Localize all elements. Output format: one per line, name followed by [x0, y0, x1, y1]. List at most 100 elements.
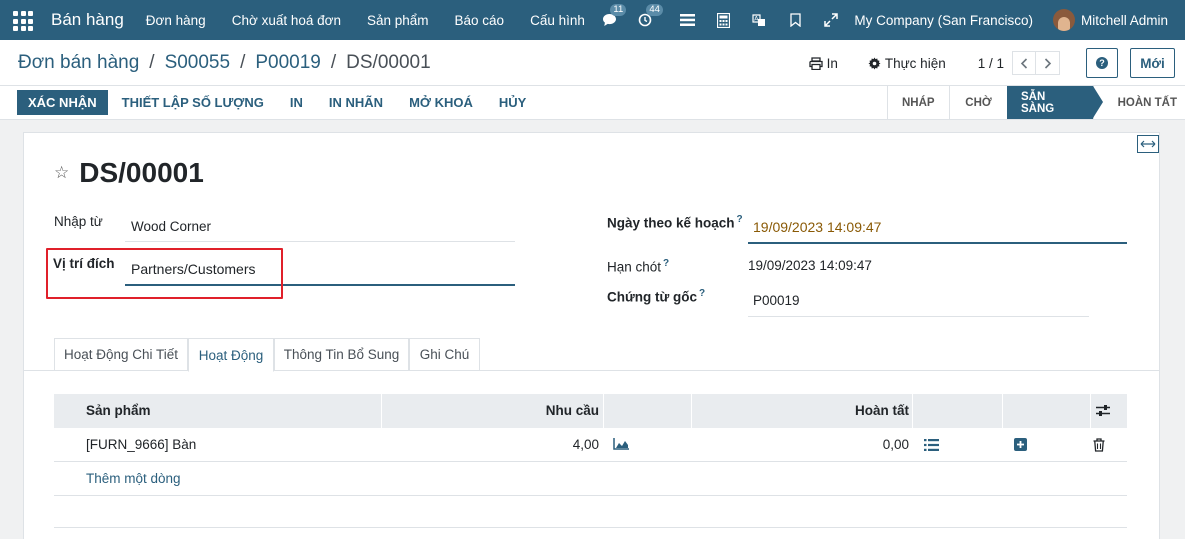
pager-value[interactable]: 1 / 1: [978, 56, 1004, 71]
highlight-annotation: [46, 248, 283, 299]
gear-icon: [868, 57, 881, 69]
origin-field[interactable]: P00019: [753, 293, 800, 308]
origin-label-text: Chứng từ gốc: [607, 289, 698, 305]
chevron-right-icon: [1044, 57, 1051, 69]
help-tooltip-icon[interactable]: ?: [663, 258, 669, 269]
print-labels-button[interactable]: IN NHÃN: [317, 90, 395, 115]
favorite-star-icon[interactable]: ☆: [54, 163, 69, 183]
bookmark-icon[interactable]: [784, 9, 806, 31]
stage-waiting[interactable]: CHỜ: [949, 86, 1007, 119]
activities-badge: 44: [646, 4, 663, 16]
forecast-chart-icon[interactable]: [613, 438, 629, 453]
top-navbar: Bán hàng Đơn hàng Chờ xuất hoá đơn Sản p…: [0, 0, 1185, 40]
breadcrumb: Đơn bán hàng / S00055 / P00019 / DS/0000…: [18, 52, 431, 74]
control-panel: Đơn bán hàng / S00055 / P00019 / DS/0000…: [0, 40, 1185, 86]
cancel-button[interactable]: HỦY: [487, 90, 538, 115]
breadcrumb-separator: /: [149, 52, 155, 73]
menu-item-reporting[interactable]: Báo cáo: [455, 13, 505, 28]
set-quantities-button[interactable]: THIẾT LẬP SỐ LƯỢNG: [110, 90, 276, 115]
plus-square-icon[interactable]: [1014, 438, 1027, 454]
action-button[interactable]: Thực hiện: [868, 56, 946, 71]
add-line-link[interactable]: Thêm một dòng: [86, 471, 181, 486]
user-avatar[interactable]: [1052, 9, 1075, 31]
page-background: [0, 120, 23, 539]
breadcrumb-sales-orders[interactable]: Đơn bán hàng: [18, 52, 139, 74]
optional-columns-icon[interactable]: [1096, 404, 1110, 420]
help-button[interactable]: ?: [1086, 48, 1118, 78]
app-name[interactable]: Bán hàng: [51, 10, 124, 30]
table-header: Sản phẩm Nhu cầu Hoàn tất: [54, 394, 1127, 428]
row-demand[interactable]: 4,00: [573, 428, 599, 462]
stage-indicator: NHÁP CHỜ SẴN SÀNG HOÀN TẤT: [887, 86, 1185, 119]
menu-item-to-invoice[interactable]: Chờ xuất hoá đơn: [232, 13, 341, 28]
source-label: Nhập từ: [54, 214, 103, 229]
calculator-icon[interactable]: [712, 9, 734, 31]
table-row[interactable]: [FURN_9666] Bàn 4,00 0,00: [54, 428, 1127, 462]
activities-icon[interactable]: 44: [634, 4, 663, 31]
column-divider: [381, 394, 382, 428]
breadcrumb-purchase-order[interactable]: P00019: [255, 52, 321, 74]
column-done[interactable]: Hoàn tất: [855, 394, 909, 428]
scheduled-date-label: Ngày theo kế hoạch?: [607, 214, 743, 231]
tab-detailed-operations[interactable]: Hoạt Động Chi Tiết: [54, 338, 188, 371]
systray: 11 44 A My Company (San Francisco) Mitch…: [598, 0, 1185, 40]
new-button[interactable]: Mới: [1130, 48, 1175, 78]
print-icon: [808, 56, 823, 70]
list-icon[interactable]: [676, 9, 698, 31]
record-title: DS/00001: [79, 157, 204, 188]
menu-item-configuration[interactable]: Cấu hình: [530, 13, 585, 28]
print-label: In: [826, 55, 838, 71]
source-field[interactable]: Wood Corner: [131, 219, 211, 234]
column-divider: [1002, 394, 1003, 428]
question-icon: ?: [1096, 57, 1108, 69]
menu-item-orders[interactable]: Đơn hàng: [146, 13, 206, 28]
trash-icon[interactable]: [1093, 438, 1105, 455]
table-row-separator: [54, 495, 1127, 496]
help-tooltip-icon[interactable]: ?: [737, 214, 743, 225]
language-icon[interactable]: A: [748, 9, 770, 31]
origin-label: Chứng từ gốc?: [607, 288, 705, 305]
stage-done[interactable]: HOÀN TẤT: [1093, 86, 1185, 119]
tab-additional-info[interactable]: Thông Tin Bổ Sung: [274, 338, 409, 371]
column-divider: [603, 394, 604, 428]
details-list-icon[interactable]: [924, 439, 939, 454]
messages-icon[interactable]: 11: [598, 4, 627, 31]
column-product[interactable]: Sản phẩm: [86, 394, 151, 428]
scheduled-date-label-text: Ngày theo kế hoạch: [607, 215, 735, 231]
scheduled-date-field[interactable]: 19/09/2023 14:09:47: [753, 219, 881, 235]
tab-operations[interactable]: Hoạt Động: [188, 338, 274, 372]
row-product[interactable]: [FURN_9666] Bàn: [86, 428, 196, 462]
deadline-label: Hạn chót?: [607, 258, 669, 275]
stage-draft[interactable]: NHÁP: [887, 86, 949, 119]
fullscreen-icon[interactable]: [820, 9, 842, 31]
column-demand[interactable]: Nhu cầu: [546, 394, 599, 428]
statusbar: XÁC NHẬN THIẾT LẬP SỐ LƯỢNG IN IN NHÃN M…: [0, 86, 1185, 120]
deadline-field[interactable]: 19/09/2023 14:09:47: [748, 258, 872, 273]
unlock-button[interactable]: MỞ KHOÁ: [397, 90, 485, 115]
breadcrumb-sale-order[interactable]: S00055: [165, 52, 231, 74]
messages-badge: 11: [610, 4, 627, 16]
validate-button[interactable]: XÁC NHẬN: [17, 90, 108, 115]
record-title-row: ☆ DS/00001: [54, 157, 204, 189]
menu-item-products[interactable]: Sản phẩm: [367, 13, 429, 28]
expand-width-icon[interactable]: [1137, 135, 1159, 153]
company-switcher[interactable]: My Company (San Francisco): [854, 13, 1033, 28]
help-tooltip-icon[interactable]: ?: [699, 288, 705, 299]
user-menu[interactable]: Mitchell Admin: [1081, 13, 1168, 28]
apps-menu-icon[interactable]: [13, 11, 35, 31]
column-divider: [691, 394, 692, 428]
pager-next-button[interactable]: [1036, 51, 1060, 75]
stage-ready[interactable]: SẴN SÀNG: [1007, 86, 1103, 119]
tab-note[interactable]: Ghi Chú: [409, 338, 480, 371]
breadcrumb-separator: /: [330, 52, 337, 73]
column-divider: [1090, 394, 1091, 428]
action-label: Thực hiện: [884, 55, 946, 71]
column-divider: [912, 394, 913, 428]
row-done[interactable]: 0,00: [883, 428, 909, 462]
origin-field-underline: [748, 316, 1089, 317]
print-statusbar-button[interactable]: IN: [278, 90, 315, 115]
deadline-label-text: Hạn chót: [607, 259, 662, 275]
print-button[interactable]: In: [808, 55, 838, 71]
pager-previous-button[interactable]: [1012, 51, 1036, 75]
source-field-underline: [125, 241, 515, 242]
